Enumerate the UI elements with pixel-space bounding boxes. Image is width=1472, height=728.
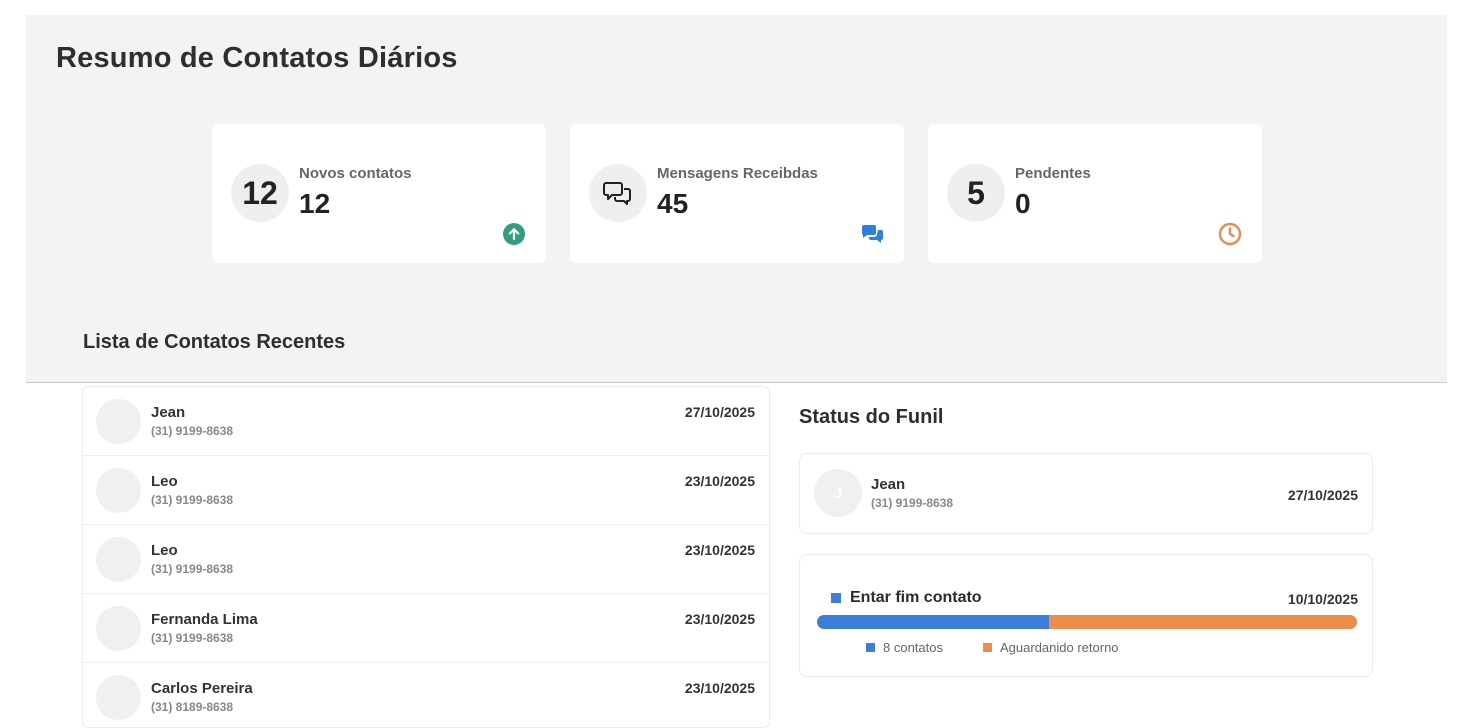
avatar xyxy=(96,675,141,720)
funnel-contact-card[interactable]: J Jean (31) 9199-8638 27/10/2025 xyxy=(799,453,1373,534)
stage-date: 10/10/2025 xyxy=(1287,591,1358,607)
arrow-up-circle-icon xyxy=(502,222,526,246)
chat-bubbles-icon xyxy=(860,222,884,246)
recent-contacts-title: Lista de Contatos Recentes xyxy=(83,331,346,353)
contact-name: Jean xyxy=(871,476,906,493)
legend-swatch xyxy=(983,643,992,652)
progress-fill xyxy=(817,615,1050,629)
contact-date: 23/10/2025 xyxy=(684,473,755,489)
list-item[interactable]: Carlos Pereira (31) 8189-8638 23/10/2025 xyxy=(83,663,769,727)
contact-date: 23/10/2025 xyxy=(684,611,755,627)
contact-name: Leo xyxy=(151,473,178,490)
page-title: Resumo de Contatos Diários xyxy=(56,42,458,74)
stat-card-pending[interactable]: 5 Pendentes 0 xyxy=(928,124,1262,263)
legend-item-waiting: Aguardanido retorno xyxy=(983,640,1119,655)
contact-date: 27/10/2025 xyxy=(1287,487,1358,503)
list-item[interactable]: Leo (31) 9199-8638 23/10/2025 xyxy=(83,525,769,594)
stat-value: 0 xyxy=(1015,188,1031,219)
stat-label: Pendentes xyxy=(1015,165,1091,182)
stat-value: 45 xyxy=(657,188,689,219)
funnel-progress-bar xyxy=(817,615,1357,629)
avatar xyxy=(96,468,141,513)
contact-phone: (31) 9199-8638 xyxy=(871,496,954,510)
funnel-title: Status do Funil xyxy=(799,406,944,428)
contact-date: 23/10/2025 xyxy=(684,542,755,558)
contact-phone: (31) 9199-8638 xyxy=(151,562,234,576)
stat-card-messages[interactable]: Mensagens Receibdas 45 xyxy=(570,124,904,263)
list-item[interactable]: Fernanda Lima (31) 9199-8638 23/10/2025 xyxy=(83,594,769,663)
funnel-stage-card[interactable]: Entar fim contato 10/10/2025 8 contatos … xyxy=(799,554,1373,677)
stage-label: Entar fim contato xyxy=(850,589,982,606)
avatar xyxy=(96,606,141,651)
stat-value: 12 xyxy=(299,188,331,219)
legend-swatch xyxy=(866,643,875,652)
contact-date: 23/10/2025 xyxy=(684,680,755,696)
stat-label: Mensagens Receibdas xyxy=(657,165,818,182)
stat-card-new-contacts[interactable]: 12 Novos contatos 12 xyxy=(212,124,546,263)
recent-contacts-list[interactable]: Jean (31) 9199-8638 27/10/2025 Leo (31) … xyxy=(82,386,770,728)
contact-phone: (31) 9199-8638 xyxy=(151,424,234,438)
contact-name: Fernanda Lima xyxy=(151,611,258,628)
stage-marker xyxy=(831,593,841,603)
list-item[interactable]: Leo (31) 9199-8638 23/10/2025 xyxy=(83,456,769,525)
stat-badge: 5 xyxy=(947,164,1005,222)
stat-label: Novos contatos xyxy=(299,165,412,182)
avatar xyxy=(96,399,141,444)
stat-badge: 12 xyxy=(231,164,289,222)
contact-phone: (31) 8189-8638 xyxy=(151,700,234,714)
contact-name: Leo xyxy=(151,542,178,559)
contact-phone: (31) 9199-8638 xyxy=(151,493,234,507)
avatar xyxy=(96,537,141,582)
legend-label: 8 contatos xyxy=(883,640,943,655)
avatar: J xyxy=(814,469,862,517)
list-item[interactable]: Jean (31) 9199-8638 27/10/2025 xyxy=(83,387,769,456)
contact-phone: (31) 9199-8638 xyxy=(151,631,234,645)
clock-icon xyxy=(1218,222,1242,246)
contact-date: 27/10/2025 xyxy=(684,404,755,420)
chat-bubbles-icon xyxy=(589,164,647,222)
contact-name: Carlos Pereira xyxy=(151,680,253,697)
legend-item-contacts: 8 contatos xyxy=(866,640,943,655)
legend-label: Aguardanido retorno xyxy=(1000,640,1119,655)
contact-name: Jean xyxy=(151,404,186,421)
